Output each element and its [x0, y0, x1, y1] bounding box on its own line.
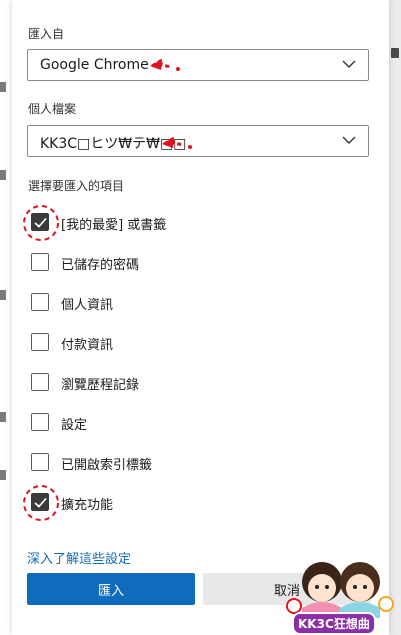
open-tabs-checkbox[interactable]	[31, 453, 49, 471]
background-fragment	[0, 82, 6, 92]
open-tabs-label: 已開啟索引標籤	[61, 458, 153, 473]
import-from-label: 匯入自	[28, 27, 65, 41]
chevron-down-icon	[342, 136, 356, 144]
profile-select-value: KK3C□ヒツ₩テ₩□□	[40, 136, 187, 152]
favorites-label: [我的最愛] 或書籤	[61, 218, 167, 233]
payment-info-checkbox[interactable]	[31, 333, 49, 351]
learn-more-link[interactable]: 深入了解這些設定	[27, 548, 131, 567]
personal-info-checkbox[interactable]	[31, 293, 49, 311]
import-button[interactable]: 匯入	[27, 573, 195, 605]
payment-info-label: 付款資訊	[61, 338, 114, 353]
background-fragment	[391, 48, 399, 58]
profile-label: 個人檔案	[28, 102, 77, 116]
saved-passwords-checkbox[interactable]	[31, 253, 49, 271]
watermark-text: KK3C狂想曲	[292, 612, 376, 635]
settings-checkbox[interactable]	[31, 413, 49, 431]
browsing-history-label: 瀏覽歷程記錄	[61, 378, 140, 393]
browsing-history-checkbox[interactable]	[31, 373, 49, 391]
extensions-label: 擴充功能	[61, 498, 114, 513]
background-fragment	[0, 290, 6, 300]
extensions-checkbox[interactable]	[31, 493, 49, 511]
checkmark-icon	[34, 217, 47, 228]
profile-select[interactable]: KK3C□ヒツ₩テ₩□□	[27, 125, 369, 157]
chevron-down-icon	[342, 60, 356, 68]
choose-items-label: 選擇要匯入的項目	[28, 179, 125, 193]
browser-select[interactable]: Google Chrome	[27, 49, 369, 81]
personal-info-label: 個人資訊	[61, 298, 114, 313]
background-fragment	[0, 412, 6, 422]
background-fragment	[0, 170, 6, 180]
saved-passwords-label: 已儲存的密碼	[61, 258, 140, 273]
favorites-checkbox[interactable]	[31, 213, 49, 231]
browser-select-value: Google Chrome	[40, 57, 149, 73]
background-page-left	[0, 0, 12, 635]
background-fragment	[0, 470, 6, 480]
checkmark-icon	[34, 497, 47, 508]
import-dialog: 匯入自 Google Chrome 個人檔案 KK3C□ヒツ₩テ₩□□ 選擇要匯…	[12, 0, 389, 635]
settings-label: 設定	[61, 418, 88, 433]
background-page-right	[389, 0, 401, 635]
